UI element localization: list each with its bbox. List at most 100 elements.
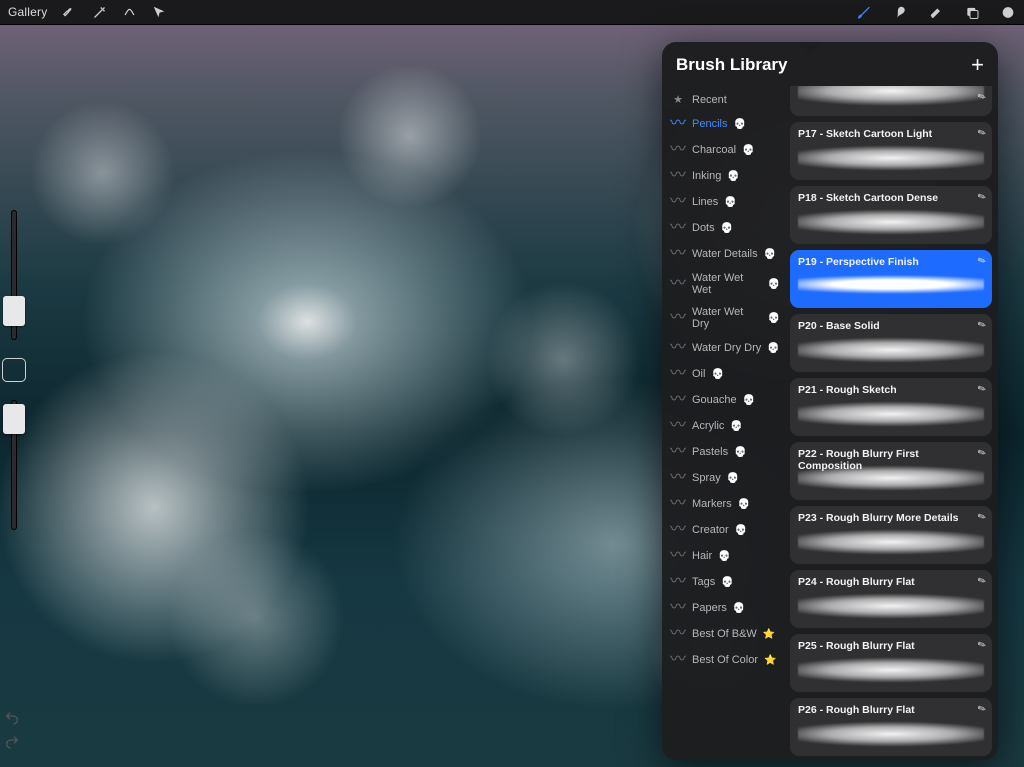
brush-name: P25 - Rough Blurry Flat	[798, 640, 984, 652]
brush-preview	[798, 398, 984, 430]
category-label: Water Wet Dry	[692, 306, 762, 330]
brush-opacity-thumb[interactable]	[3, 404, 25, 434]
brush-name: P23 - Rough Blurry More Details	[798, 512, 984, 524]
category-label: Water Dry Dry	[692, 342, 761, 354]
category-label: Oil	[692, 368, 705, 380]
brush-stroke-icon: 〰	[670, 366, 686, 382]
brush-category-item[interactable]: ★Recent	[662, 88, 788, 111]
brush-item[interactable]: P18 - Sketch Cartoon Dense✎	[790, 186, 992, 244]
brush-category-item[interactable]: 〰Pastels 💀	[662, 439, 788, 465]
brush-category-item[interactable]: 〰Oil 💀	[662, 361, 788, 387]
category-label: Pastels	[692, 446, 728, 458]
brush-item[interactable]: P21 - Rough Sketch✎	[790, 378, 992, 436]
brush-category-item[interactable]: 〰Tags 💀	[662, 569, 788, 595]
brush-list[interactable]: ✎ P17 - Sketch Cartoon Light✎ P18 - Sketch…	[788, 86, 998, 760]
brush-item[interactable]: ✎	[790, 86, 992, 116]
skull-icon: 💀	[764, 249, 776, 260]
brush-stroke-icon: 〰	[670, 652, 686, 668]
category-label: Markers	[692, 498, 732, 510]
eraser-icon[interactable]	[928, 4, 944, 20]
brush-item[interactable]: P22 - Rough Blurry First Composition✎	[790, 442, 992, 500]
smudge-icon[interactable]	[892, 4, 908, 20]
gallery-button[interactable]: Gallery	[8, 5, 47, 19]
add-brush-button[interactable]: +	[971, 54, 984, 76]
brush-stroke-icon: 〰	[670, 522, 686, 538]
skull-icon: 💀	[721, 577, 733, 588]
category-label: Papers	[692, 602, 727, 614]
skull-icon: 💀	[735, 525, 747, 536]
brush-category-item[interactable]: 〰Water Wet Wet 💀	[662, 267, 788, 301]
skull-icon: 💀	[733, 603, 745, 614]
brush-size-thumb[interactable]	[3, 296, 25, 326]
brush-item[interactable]: P17 - Sketch Cartoon Light✎	[790, 122, 992, 180]
brush-stroke-icon: 〰	[670, 116, 686, 132]
skull-icon: 💀	[721, 223, 733, 234]
brush-item[interactable]: P20 - Base Solid✎	[790, 314, 992, 372]
undo-icon[interactable]	[4, 710, 20, 726]
category-label: Inking	[692, 170, 721, 182]
brush-item[interactable]: P24 - Rough Blurry Flat✎	[790, 570, 992, 628]
brush-category-list[interactable]: ★Recent〰Pencils 💀〰Charcoal 💀〰Inking 💀〰Li…	[662, 86, 788, 760]
brush-name: P22 - Rough Blurry First Composition	[798, 448, 984, 472]
brush-category-item[interactable]: 〰Lines 💀	[662, 189, 788, 215]
skull-icon: 💀	[727, 473, 739, 484]
brush-stroke-icon: 〰	[670, 220, 686, 236]
skull-icon: 💀	[743, 395, 755, 406]
skull-icon: 💀	[724, 197, 736, 208]
color-icon[interactable]	[1000, 4, 1016, 20]
brush-category-item[interactable]: 〰 Water Details 💀	[662, 241, 788, 267]
brush-item[interactable]: P23 - Rough Blurry More Details✎	[790, 506, 992, 564]
brush-stroke-icon: 〰	[670, 246, 686, 262]
brush-opacity-slider[interactable]	[11, 400, 17, 530]
brush-category-item[interactable]: 〰Inking 💀	[662, 163, 788, 189]
brush-item[interactable]: P19 - Perspective Finish✎	[790, 250, 992, 308]
brush-category-item[interactable]: 〰Pencils 💀	[662, 111, 788, 137]
brush-stroke-icon: 〰	[670, 574, 686, 590]
category-label: Water Details	[692, 248, 758, 260]
star-icon: ⭐	[763, 629, 775, 640]
layers-icon[interactable]	[964, 4, 980, 20]
skull-icon: 💀	[767, 343, 779, 354]
category-label: Best Of Color	[692, 654, 758, 666]
brush-category-item[interactable]: 〰 Dots 💀	[662, 215, 788, 241]
selection-icon[interactable]	[121, 4, 137, 20]
skull-icon: 💀	[768, 279, 780, 290]
brush-stroke-icon: 〰	[670, 276, 686, 292]
top-toolbar: Gallery	[0, 0, 1024, 25]
brush-category-item[interactable]: 〰Best Of Color ⭐	[662, 647, 788, 673]
brush-stroke-icon: 〰	[670, 194, 686, 210]
brush-category-item[interactable]: 〰Acrylic 💀	[662, 413, 788, 439]
category-label: Dots	[692, 222, 715, 234]
modify-button[interactable]	[2, 358, 26, 382]
brush-size-slider[interactable]	[11, 210, 17, 340]
brush-name: P26 - Rough Blurry Flat	[798, 704, 984, 716]
brush-preview	[798, 206, 984, 238]
brush-library-panel: Brush Library + ★Recent〰Pencils 💀〰Charco…	[662, 42, 998, 760]
brush-category-item[interactable]: 〰Water Dry Dry 💀	[662, 335, 788, 361]
brush-category-item[interactable]: 〰Hair 💀	[662, 543, 788, 569]
brush-preview	[798, 86, 984, 110]
brush-category-item[interactable]: 〰Charcoal 💀	[662, 137, 788, 163]
category-label: Pencils	[692, 118, 727, 130]
redo-icon[interactable]	[4, 734, 20, 750]
brush-category-item[interactable]: 〰Best Of B&W ⭐	[662, 621, 788, 647]
category-label: Acrylic	[692, 420, 724, 432]
wrench-icon[interactable]	[61, 4, 77, 20]
brush-category-item[interactable]: 〰Water Wet Dry 💀	[662, 301, 788, 335]
brush-category-item[interactable]: 〰Creator 💀	[662, 517, 788, 543]
brush-category-item[interactable]: 〰Gouache 💀	[662, 387, 788, 413]
brush-category-item[interactable]: 〰Papers 💀	[662, 595, 788, 621]
brush-stroke-icon: 〰	[670, 142, 686, 158]
wand-icon[interactable]	[91, 4, 107, 20]
brush-item[interactable]: P25 - Rough Blurry Flat✎	[790, 634, 992, 692]
brush-name: P19 - Perspective Finish	[798, 256, 984, 268]
category-label: Hair	[692, 550, 712, 562]
cursor-icon[interactable]	[151, 4, 167, 20]
brush-category-item[interactable]: 〰Spray 💀	[662, 465, 788, 491]
brush-icon[interactable]	[856, 4, 872, 20]
skull-icon: 💀	[727, 171, 739, 182]
brush-preview	[798, 334, 984, 366]
brush-category-item[interactable]: 〰Markers 💀	[662, 491, 788, 517]
brush-item[interactable]: P26 - Rough Blurry Flat✎	[790, 698, 992, 756]
category-label: Recent	[692, 94, 727, 106]
